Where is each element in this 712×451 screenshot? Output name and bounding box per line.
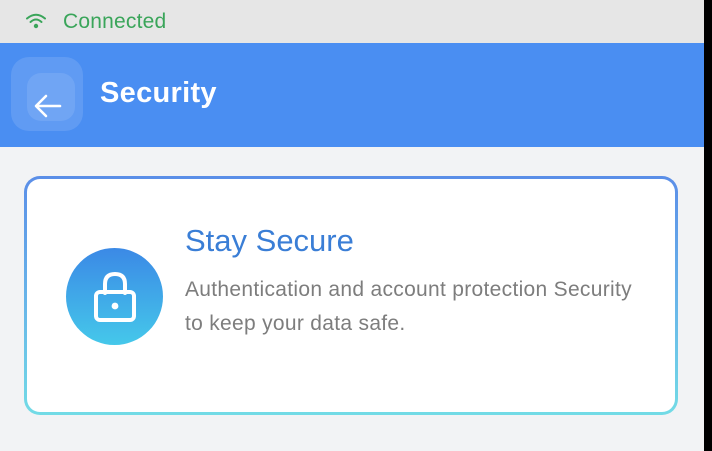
status-bar: Connected	[0, 0, 704, 43]
lock-icon-badge	[66, 248, 163, 345]
wifi-icon	[26, 13, 46, 29]
card-title: Stay Secure	[185, 223, 354, 258]
lock-icon	[90, 269, 140, 323]
security-info-card[interactable]: Stay Secure Authentication and account p…	[24, 176, 678, 415]
security-info-card-body: Stay Secure Authentication and account p…	[27, 179, 675, 412]
page-title: Security	[100, 77, 217, 109]
connection-status-text: Connected	[63, 10, 167, 33]
header-bar: Security	[0, 43, 704, 147]
arrow-left-icon[interactable]	[33, 93, 63, 119]
screen: Connected Security Stay Secure Authentic…	[0, 0, 704, 451]
card-description: Authentication and account protection Se…	[185, 278, 632, 335]
